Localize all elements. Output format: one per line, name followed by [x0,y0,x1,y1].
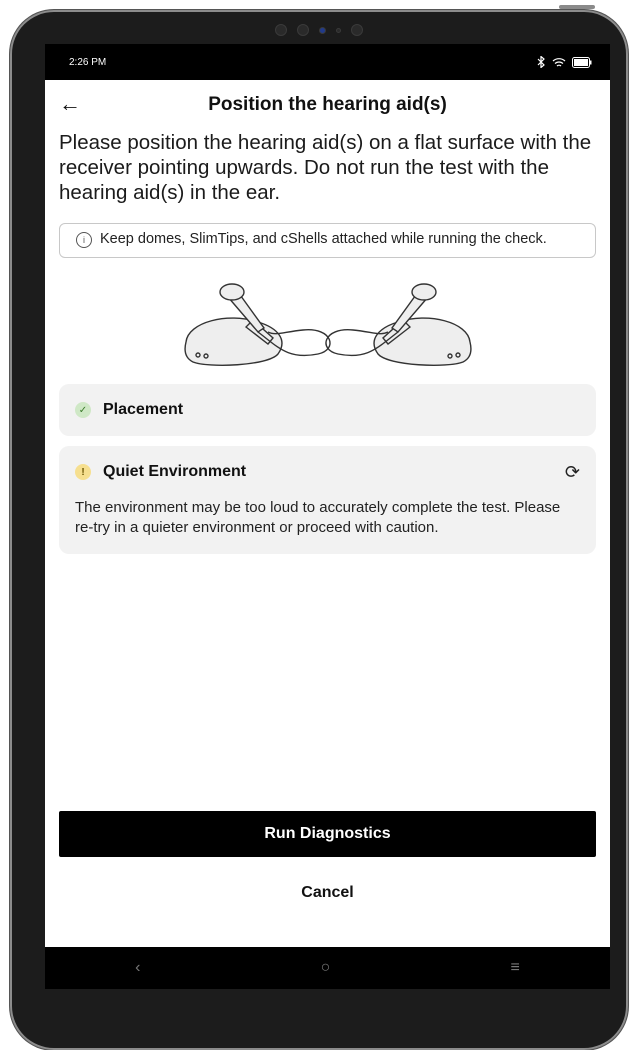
status-time: 2:26 PM [69,56,107,68]
app-header: ← Position the hearing aid(s) [45,80,610,130]
check-card-quiet-environment: ! Quiet Environment ⟳ The environment ma… [59,446,596,554]
camera-cluster [275,24,363,36]
check-label: Quiet Environment [103,463,247,480]
wifi-icon [552,57,566,67]
system-nav-bar: ‹ ○ ≡ [45,947,610,989]
refresh-icon[interactable]: ⟳ [565,462,580,483]
warning-message: The environment may be too loud to accur… [75,499,561,536]
info-icon: i [76,232,92,248]
screen: 2:26 PM ← Position the hearing aid(s) Pl… [45,44,610,989]
nav-menu-icon[interactable]: ≡ [511,959,520,977]
hearing-aids-illustration [45,272,610,372]
check-card-placement: ✓ Placement [59,384,596,436]
info-text: Keep domes, SlimTips, and cShells attach… [100,231,547,247]
check-label: Placement [103,401,184,418]
status-icons [536,56,592,68]
check-icon: ✓ [75,402,91,418]
run-diagnostics-button[interactable]: Run Diagnostics [59,811,596,857]
instructions-text: Please position the hearing aid(s) on a … [59,131,592,204]
back-arrow-icon[interactable]: ← [59,93,81,115]
bluetooth-icon [537,56,545,68]
page-title: Position the hearing aid(s) [208,94,447,115]
warning-icon: ! [75,464,91,480]
hearing-aids-image [183,283,472,366]
status-bar: 2:26 PM [45,44,610,80]
cancel-button[interactable]: Cancel [59,871,596,915]
nav-home-icon[interactable]: ○ [321,959,331,977]
battery-icon [572,56,592,68]
check-row-quiet-environment: ! Quiet Environment ⟳ [59,446,596,498]
info-banner: i Keep domes, SlimTips, and cShells atta… [59,223,596,258]
power-button [559,5,595,9]
nav-back-icon[interactable]: ‹ [135,959,140,977]
check-row-placement: ✓ Placement [59,384,596,436]
